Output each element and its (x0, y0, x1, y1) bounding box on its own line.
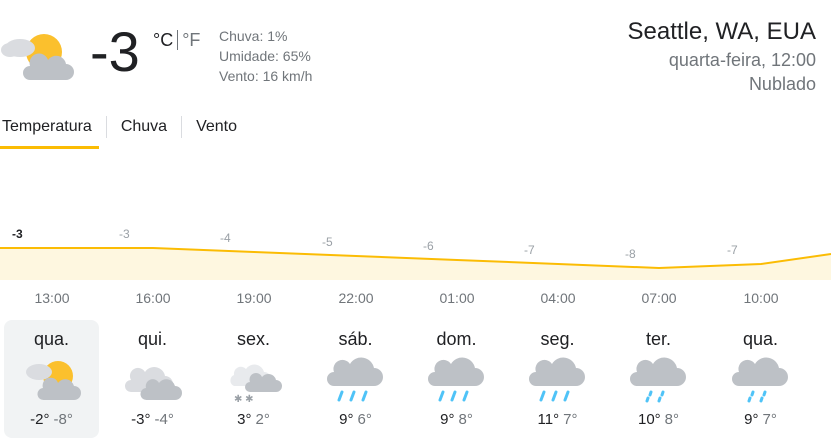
wind-text: Vento: 16 km/h (219, 68, 313, 84)
chart-value-label: -8 (625, 247, 636, 261)
forecast-high: 11° (537, 411, 560, 428)
forecast-day[interactable]: sáb. 9° 6° (308, 320, 403, 438)
forecast-day[interactable]: dom. 9° 8° (409, 320, 504, 438)
forecast-day[interactable]: qui. -3° -4° (105, 320, 200, 438)
forecast-day-name: qua. (33, 329, 70, 349)
forecast-day-name: dom. (436, 329, 477, 349)
forecast-high: -2° (30, 411, 50, 428)
chart-area (0, 248, 831, 280)
forecast-day-name: seg. (540, 329, 575, 349)
rain-icon (428, 357, 484, 402)
light-rain-icon (630, 357, 686, 403)
chart-value-label: -7 (727, 243, 738, 257)
forecast-temps: 3° 2° (206, 410, 301, 430)
forecast-high: 9° (440, 411, 455, 428)
time-label: 19:00 (236, 290, 272, 306)
forecast-day-name: qua. (742, 329, 779, 349)
celsius-button[interactable]: °C (153, 29, 173, 51)
forecast-low: 8° (458, 411, 473, 428)
forecast-high: 9° (744, 411, 759, 428)
rain-icon (327, 357, 383, 402)
chart-value-label: -3 (119, 227, 130, 241)
forecast-day[interactable]: qua. 9° 7° (713, 320, 808, 438)
snow-cloud-icon: ✱ ✱ (230, 364, 282, 404)
forecast-temps: 10° 8° (611, 410, 706, 430)
precip-text: Chuva: 1% (219, 28, 288, 44)
chart-value-label: -6 (423, 239, 434, 253)
forecast-temps: 9° 6° (308, 410, 403, 430)
location-title: Seattle, WA, EUA (627, 18, 816, 45)
forecast-high: -3° (131, 411, 151, 428)
unit-separator (177, 30, 179, 50)
condition-text: Nublado (748, 74, 816, 94)
forecast-high: 9° (339, 411, 354, 428)
light-rain-icon (732, 357, 788, 403)
forecast-day[interactable]: seg. 11° 7° (510, 320, 605, 438)
datetime-text: quarta-feira, 12:00 (668, 50, 816, 70)
forecast-day-name: qui. (137, 329, 168, 349)
chart-value-label: -4 (220, 231, 231, 245)
forecast-temps: -2° -8° (4, 410, 99, 430)
time-label: 04:00 (540, 290, 576, 306)
partly-cloudy-icon (26, 361, 81, 401)
forecast-low: 7° (762, 411, 777, 428)
forecast-day[interactable]: qua. -2° -8° (4, 320, 99, 438)
time-label: 22:00 (338, 290, 374, 306)
humidity-text: Umidade: 65% (219, 48, 311, 64)
forecast-low: 6° (357, 411, 372, 428)
forecast-low: -8° (53, 411, 73, 428)
fahrenheit-button[interactable]: °F (182, 29, 200, 51)
forecast-temps: 11° 7° (510, 410, 605, 430)
time-label: 13:00 (34, 290, 70, 306)
partly-cloudy-icon (1, 34, 74, 80)
time-label: 01:00 (439, 290, 475, 306)
forecast-low: 7° (563, 411, 578, 428)
time-axis: 13:00 16:00 19:00 22:00 01:00 04:00 07:00 10:00 (0, 290, 831, 310)
forecast-day[interactable]: ter. 10° 8° (611, 320, 706, 438)
current-details: Chuva: 1% Umidade: 65% Vento: 16 km/h (219, 26, 312, 86)
current-temperature: -3 (90, 20, 140, 83)
rain-icon (529, 357, 585, 402)
forecast-day-name: ter. (645, 329, 671, 349)
svg-text:✱ ✱: ✱ ✱ (234, 394, 254, 404)
unit-toggle: °C °F (153, 29, 200, 51)
forecast-low: 2° (255, 411, 270, 428)
forecast-day[interactable]: sex. ✱ ✱ 3° 2° (206, 320, 301, 438)
location-panel: Seattle, WA, EUA quarta-feira, 12:00 Nub… (627, 16, 816, 96)
temperature-chart: -3 -3 -4 -5 -6 -7 -8 -7 (0, 227, 831, 280)
cloudy-icon (125, 367, 182, 401)
forecast-temps: 9° 7° (713, 410, 808, 430)
tab-temperature[interactable]: Temperatura (0, 116, 106, 138)
chart-value-label: -7 (524, 243, 535, 257)
forecast-high: 10° (637, 411, 661, 428)
chart-value-label: -5 (322, 235, 333, 249)
forecast-low: 8° (664, 411, 680, 428)
tab-bar: Temperatura Chuva Vento (0, 116, 251, 138)
time-label: 10:00 (743, 290, 779, 306)
forecast-day-name: sex. (236, 329, 270, 349)
tab-rain[interactable]: Chuva (105, 116, 181, 138)
time-label: 07:00 (641, 290, 677, 306)
tab-active-indicator (0, 146, 99, 149)
forecast-temps: -3° -4° (105, 410, 200, 430)
forecast-high: 3° (237, 411, 252, 428)
forecast-day-name: sáb. (338, 329, 373, 349)
tab-wind[interactable]: Vento (181, 116, 251, 138)
forecast-temps: 9° 8° (409, 410, 504, 430)
chart-value-label: -3 (12, 227, 23, 241)
time-label: 16:00 (135, 290, 171, 306)
forecast-low: -4° (154, 411, 174, 428)
